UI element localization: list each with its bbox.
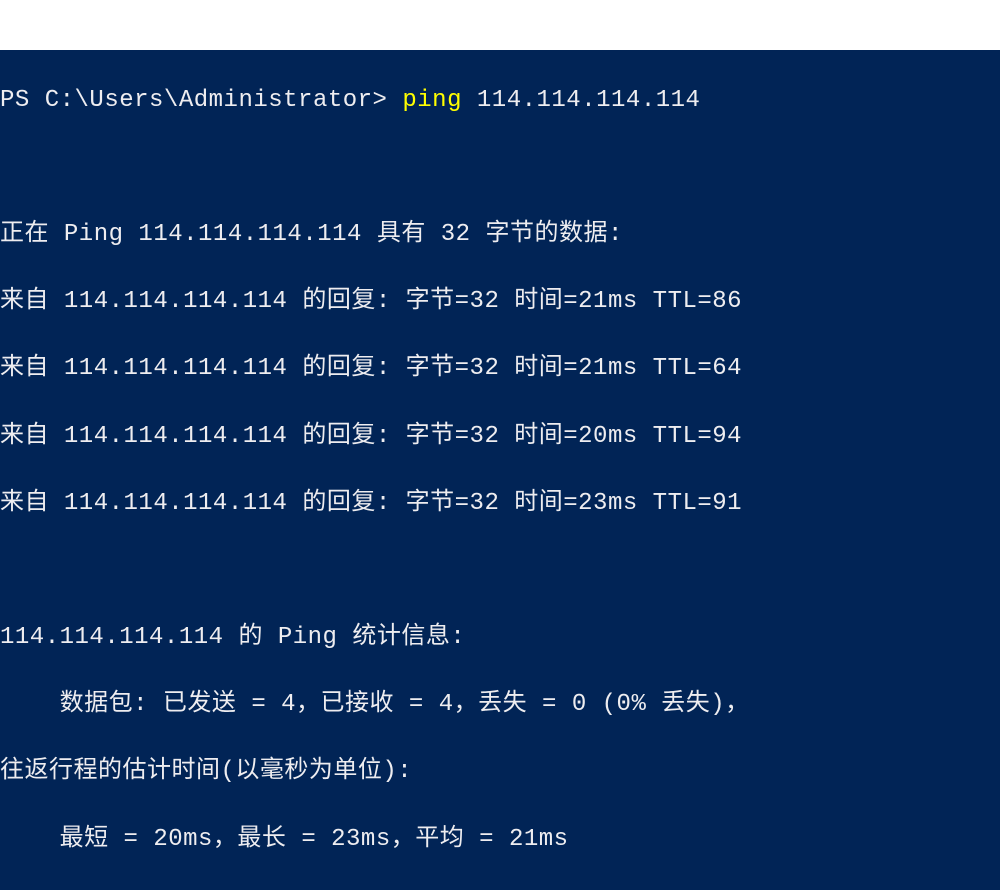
prompt-text: PS C:\Users\Administrator> xyxy=(0,87,387,114)
reply-line-4: 来自 114.114.114.114 的回复: 字节=32 时间=23ms TT… xyxy=(0,487,1000,521)
powershell-terminal[interactable]: PS C:\Users\Administrator> ping 114.114.… xyxy=(0,50,1000,890)
rtt-values-line: 最短 = 20ms，最长 = 23ms，平均 = 21ms xyxy=(0,823,1000,857)
stats-packets-line: 数据包: 已发送 = 4，已接收 = 4，丢失 = 0 (0% 丢失)， xyxy=(0,688,1000,722)
reply-line-2: 来自 114.114.114.114 的回复: 字节=32 时间=21ms TT… xyxy=(0,352,1000,386)
ping-command: ping xyxy=(402,87,462,114)
reply-line-3: 来自 114.114.114.114 的回复: 字节=32 时间=20ms TT… xyxy=(0,420,1000,454)
stats-header-line: 114.114.114.114 的 Ping 统计信息: xyxy=(0,621,1000,655)
pinging-line: 正在 Ping 114.114.114.114 具有 32 字节的数据: xyxy=(0,218,1000,252)
ping-target: 114.114.114.114 xyxy=(477,87,701,114)
rtt-header-line: 往返行程的估计时间(以毫秒为单位): xyxy=(0,755,1000,789)
prompt-line: PS C:\Users\Administrator> ping 114.114.… xyxy=(0,84,1000,118)
reply-line-1: 来自 114.114.114.114 的回复: 字节=32 时间=21ms TT… xyxy=(0,285,1000,319)
blank-line xyxy=(0,151,1000,185)
blank-line xyxy=(0,554,1000,588)
